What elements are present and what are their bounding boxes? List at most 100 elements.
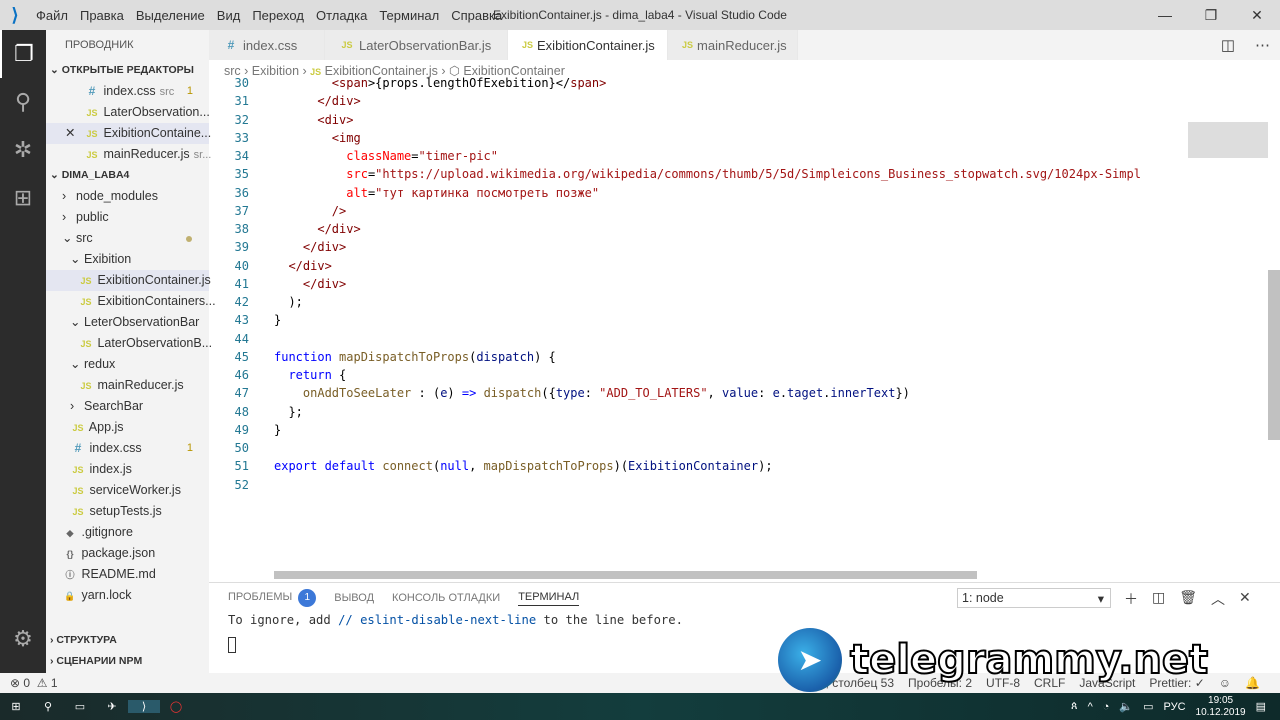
menu-help[interactable]: Справка bbox=[451, 8, 502, 23]
split-editor-icon[interactable]: ◫ bbox=[1221, 36, 1235, 54]
close-panel-icon[interactable]: ✕ bbox=[1239, 589, 1251, 609]
project-header[interactable]: ⌄ DIMA_LABA4 bbox=[46, 165, 209, 186]
explorer-icon[interactable]: ❐ bbox=[0, 30, 46, 78]
wifi-icon[interactable]: ◔ bbox=[1103, 701, 1110, 713]
file-item[interactable]: JS index.js bbox=[46, 459, 209, 480]
search-taskbar-icon[interactable]: ⚲ bbox=[32, 700, 64, 713]
debug-icon[interactable]: ✲ bbox=[0, 126, 46, 174]
file-item[interactable]: JS mainReducer.js bbox=[46, 375, 209, 396]
code-token: div bbox=[317, 276, 340, 291]
code-editor[interactable]: 30 <span>{props.lengthOfExebition}</span… bbox=[209, 76, 1189, 572]
outline-header[interactable]: › СТРУКТУРА bbox=[46, 630, 209, 651]
menu-file[interactable]: Файл bbox=[36, 8, 68, 23]
menu-edit[interactable]: Правка bbox=[80, 8, 124, 23]
open-editor-item[interactable]: JS LaterObservation... bbox=[46, 102, 209, 123]
open-editors-header[interactable]: ⌄ ОТКРЫТЫЕ РЕДАКТОРЫ bbox=[46, 60, 209, 81]
line-number: 50 bbox=[234, 441, 249, 455]
code-token: > bbox=[353, 222, 361, 236]
maximize-button[interactable]: ❐ bbox=[1188, 0, 1234, 30]
horizontal-scrollbar[interactable] bbox=[274, 571, 977, 579]
minimize-button[interactable]: — bbox=[1142, 0, 1188, 30]
code-token: < bbox=[274, 112, 325, 127]
vertical-scrollbar[interactable] bbox=[1268, 270, 1280, 440]
tab-output[interactable]: ВЫВОД bbox=[334, 592, 374, 604]
menu-view[interactable]: Вид bbox=[217, 8, 241, 23]
task-view-icon[interactable]: ▭ bbox=[64, 700, 96, 713]
minimap-viewport[interactable] bbox=[1188, 122, 1268, 158]
folder-item[interactable]: › SearchBar bbox=[46, 396, 209, 417]
tab-debug-console[interactable]: КОНСОЛЬ ОТЛАДКИ bbox=[392, 592, 500, 604]
windows-start-icon[interactable]: ⊞ bbox=[0, 700, 32, 713]
menu-debug[interactable]: Отладка bbox=[316, 8, 367, 23]
file-item[interactable]: JS App.js bbox=[46, 417, 209, 438]
split-terminal-icon[interactable]: ◫ bbox=[1152, 589, 1165, 609]
extensions-icon[interactable]: ⊞ bbox=[0, 174, 46, 222]
terminal-cursor bbox=[228, 637, 236, 653]
telegram-taskbar-icon[interactable]: ✈ bbox=[96, 700, 128, 713]
chevron-down-icon: ⌄ bbox=[70, 252, 81, 266]
folder-item[interactable]: ⌄ LeterObservationBar bbox=[46, 312, 209, 333]
folder-item[interactable]: › node_modules bbox=[46, 186, 209, 207]
file-item[interactable]: JS setupTests.js bbox=[46, 501, 209, 522]
file-item[interactable]: JS ExibitionContainers... bbox=[46, 291, 215, 312]
vscode-taskbar-icon[interactable]: ⟩ bbox=[128, 700, 160, 713]
problems-status[interactable]: ⊗ 0 ⚠ 1 bbox=[10, 676, 58, 690]
code-token: </ bbox=[274, 222, 332, 236]
clock[interactable]: 19:05 10.12.2019 bbox=[1196, 695, 1246, 719]
tab-problems[interactable]: ПРОБЛЕМЫ 1 bbox=[228, 589, 317, 607]
file-item[interactable]: JS LaterObservationB... bbox=[46, 333, 212, 354]
tab-index-css[interactable]: # index.css bbox=[209, 30, 325, 60]
open-editor-item[interactable]: ✕ JS ExibitionContaine... bbox=[46, 123, 211, 144]
minimap[interactable] bbox=[1188, 82, 1268, 572]
file-item[interactable]: ⓘ README.md bbox=[46, 564, 209, 585]
js-file-icon: JS bbox=[72, 486, 84, 496]
js-file-icon: JS bbox=[682, 40, 694, 50]
new-terminal-icon[interactable]: ＋ bbox=[1124, 589, 1138, 609]
folder-item[interactable]: ⌄ redux bbox=[46, 354, 209, 375]
code-line: </div> bbox=[274, 222, 361, 236]
code-token: div bbox=[302, 258, 325, 273]
close-window-button[interactable]: ✕ bbox=[1234, 0, 1280, 30]
file-item[interactable]: ◆ .gitignore bbox=[46, 522, 209, 543]
menu-terminal[interactable]: Терминал bbox=[379, 8, 439, 23]
file-item[interactable]: JS serviceWorker.js bbox=[46, 480, 209, 501]
input-language[interactable]: РУС bbox=[1164, 701, 1186, 713]
file-item[interactable]: JS ExibitionContainer.js bbox=[46, 270, 211, 291]
code-token: "тут картинка посмотреть позже" bbox=[375, 185, 600, 200]
code-line: </div> bbox=[274, 240, 346, 254]
activity-bar: ❐ ⚲ ✲ ⊞ ⚙ bbox=[0, 30, 46, 673]
title-bar: ⟩ Файл Правка Выделение Вид Переход Отладка Те… bbox=[0, 0, 1280, 30]
people-icon[interactable]: ጰ bbox=[1071, 700, 1078, 713]
folder-item[interactable]: ⌄ Exibition bbox=[46, 249, 209, 270]
tab-mainreducer-js[interactable]: JS mainReducer.js bbox=[668, 30, 798, 60]
menu-go[interactable]: Переход bbox=[252, 8, 304, 23]
npm-scripts-header[interactable]: › СЦЕНАРИИ NPM bbox=[46, 651, 209, 672]
search-icon[interactable]: ⚲ bbox=[0, 78, 46, 126]
tab-laterobservationbar-js[interactable]: JS LaterObservationBar.js bbox=[325, 30, 508, 60]
opera-taskbar-icon[interactable]: ◯ bbox=[160, 700, 192, 713]
tray-chevron-icon[interactable]: ^ bbox=[1088, 701, 1093, 713]
menu-selection[interactable]: Выделение bbox=[136, 8, 205, 23]
file-item[interactable]: {} package.json bbox=[46, 543, 209, 564]
battery-icon[interactable]: ▭ bbox=[1143, 700, 1153, 713]
file-item[interactable]: 🔒 yarn.lock bbox=[46, 585, 209, 606]
close-icon[interactable]: ✕ bbox=[65, 123, 75, 144]
code-token: return bbox=[288, 368, 332, 382]
file-item[interactable]: # index.css 1 bbox=[46, 438, 209, 459]
maximize-panel-icon[interactable]: ︿ bbox=[1211, 589, 1225, 609]
open-editor-item[interactable]: JS mainReducer.js sr... bbox=[46, 144, 211, 165]
item-name: serviceWorker.js bbox=[89, 483, 181, 497]
folder-item[interactable]: › public bbox=[46, 207, 209, 228]
folder-item[interactable]: ⌄ src bbox=[46, 228, 209, 249]
tab-terminal[interactable]: ТЕРМИНАЛ bbox=[518, 591, 580, 606]
trash-icon[interactable]: 🗑 bbox=[1179, 589, 1197, 609]
gear-icon[interactable]: ⚙ bbox=[0, 615, 46, 663]
volume-icon[interactable]: 🔈 bbox=[1119, 700, 1133, 713]
code-token: alt bbox=[346, 185, 368, 200]
more-actions-icon[interactable]: ⋯ bbox=[1255, 36, 1270, 54]
tab-exibitioncontainer-js[interactable]: JS ExibitionContainer.js bbox=[508, 30, 668, 60]
terminal-select[interactable]: 1: node ▾ bbox=[957, 588, 1111, 608]
notifications-icon[interactable]: ▤ bbox=[1256, 700, 1266, 713]
open-editor-item[interactable]: # index.css src 1 bbox=[46, 81, 209, 102]
